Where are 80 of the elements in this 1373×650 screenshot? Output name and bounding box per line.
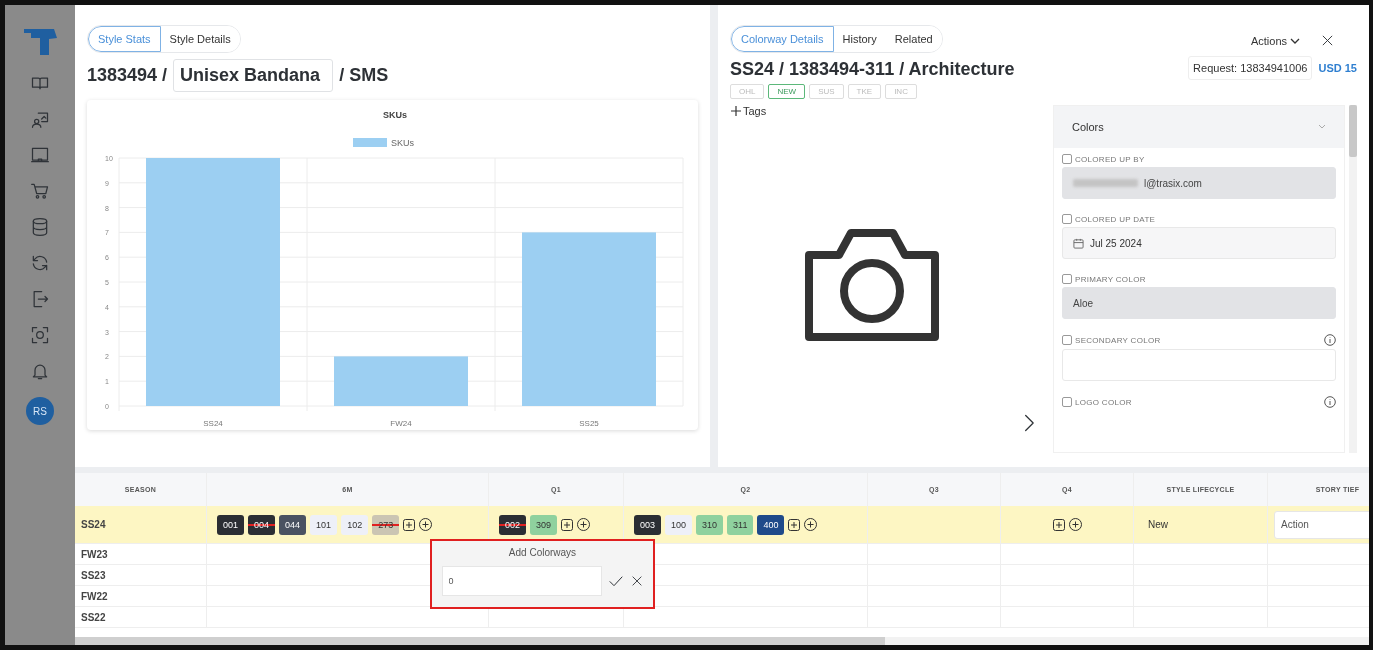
story-tier-select[interactable]: Action [1274, 510, 1369, 539]
database-icon[interactable] [30, 217, 50, 237]
tab[interactable]: Colorway Details [731, 26, 834, 52]
colorway-chip[interactable]: 311 [727, 514, 754, 535]
actions-menu[interactable]: Actions [1250, 34, 1300, 47]
add-circle-icon[interactable] [1068, 518, 1082, 531]
colorway-chip[interactable]: 102 [341, 514, 369, 535]
colorway-chip[interactable]: 101 [310, 514, 338, 535]
checkbox[interactable] [1062, 214, 1072, 224]
add-circle-icon[interactable] [419, 518, 433, 531]
scan-icon[interactable] [30, 325, 50, 345]
calendar-icon [1073, 237, 1084, 249]
scrollbar-thumb[interactable] [75, 637, 885, 645]
chevron-down-icon [1290, 36, 1300, 45]
field-value: Aloe [1073, 297, 1093, 309]
section-title[interactable]: Colors [1072, 121, 1104, 133]
x-tick-label: SS24 [203, 419, 223, 428]
add-square-icon[interactable] [1052, 518, 1065, 531]
colorway-chip[interactable]: 310 [696, 514, 724, 535]
add-square-icon[interactable] [403, 518, 416, 531]
season-label: SS24 [81, 519, 106, 530]
field-label: PRIMARY COLOR [1075, 274, 1146, 284]
add-circle-icon[interactable] [577, 518, 591, 531]
field-value: Jul 25 2024 [1090, 237, 1142, 249]
season-cell[interactable]: SS22 [75, 607, 207, 628]
colorway-chip[interactable]: 400 [757, 514, 785, 535]
brand-code: / SMS [339, 65, 389, 86]
lifecycle-value: New [1148, 519, 1168, 530]
plus-icon [730, 105, 742, 117]
status-badge[interactable]: NEW [768, 84, 806, 99]
season-cell[interactable]: FW22 [75, 586, 207, 607]
colorway-chip[interactable]: 309 [530, 514, 558, 535]
x-tick-label: FW24 [390, 419, 412, 428]
camera-icon [804, 229, 939, 341]
refresh-icon[interactable] [30, 253, 50, 273]
field-label: COLORED UP DATE [1075, 214, 1156, 224]
add-square-icon[interactable] [788, 518, 801, 531]
price-link[interactable]: USD 15 [1318, 62, 1357, 74]
season-label: FW22 [81, 590, 108, 602]
style-number: 1383494 / [87, 65, 168, 86]
checkbox[interactable] [1062, 397, 1072, 407]
style-name-field[interactable]: Unisex Bandana [173, 59, 334, 92]
user-avatar[interactable]: RS [26, 397, 54, 425]
colorway-chip[interactable]: 003 [634, 514, 662, 535]
close-icon[interactable] [629, 574, 644, 588]
cart-icon[interactable] [30, 181, 50, 201]
season-label: FW23 [81, 548, 108, 560]
legend-swatch [353, 138, 387, 147]
x-tick-label: SS25 [579, 419, 599, 428]
monitor-icon[interactable] [30, 145, 50, 165]
info-icon[interactable] [1324, 334, 1336, 346]
field-label: COLORED UP BY [1075, 154, 1145, 164]
season-label: SS22 [81, 611, 106, 623]
popup-title: Add Colorways [508, 547, 577, 558]
tab[interactable]: Style Stats [88, 26, 161, 52]
chevron-down-icon[interactable] [1318, 124, 1326, 130]
colorway-chip[interactable]: 001 [217, 514, 245, 535]
colorway-title: SS24 / 1383494-311 / Architecture [730, 59, 1015, 80]
request-number: Request: 13834941006 [1188, 56, 1313, 80]
field-label: SECONDARY COLOR [1075, 335, 1161, 345]
season-cell[interactable]: SS24 [75, 506, 207, 544]
chart-title: SKUs [383, 110, 407, 120]
redacted-block [1073, 179, 1138, 187]
colorway-chip[interactable]: 044 [279, 514, 307, 535]
season-label: SS23 [81, 569, 106, 581]
colorway-input[interactable]: 0 [441, 566, 602, 596]
colorway-chip[interactable]: 100 [665, 514, 693, 535]
legend-label: SKUs [391, 138, 414, 148]
add-square-icon[interactable] [561, 518, 574, 531]
field-value: l@trasix.com [1144, 177, 1202, 189]
scrollbar-thumb[interactable] [1349, 105, 1357, 157]
close-icon[interactable] [1320, 33, 1335, 48]
info-icon[interactable] [1324, 396, 1336, 408]
input-field[interactable]: Jul 25 2024 [1062, 227, 1336, 259]
season-cell[interactable]: SS23 [75, 565, 207, 586]
season-cell[interactable]: FW23 [75, 544, 207, 565]
checkbox[interactable] [1062, 335, 1072, 345]
add-tags-button[interactable]: Tags [730, 105, 767, 117]
field-label: LOGO COLOR [1075, 397, 1132, 407]
add-circle-icon[interactable] [804, 518, 818, 531]
